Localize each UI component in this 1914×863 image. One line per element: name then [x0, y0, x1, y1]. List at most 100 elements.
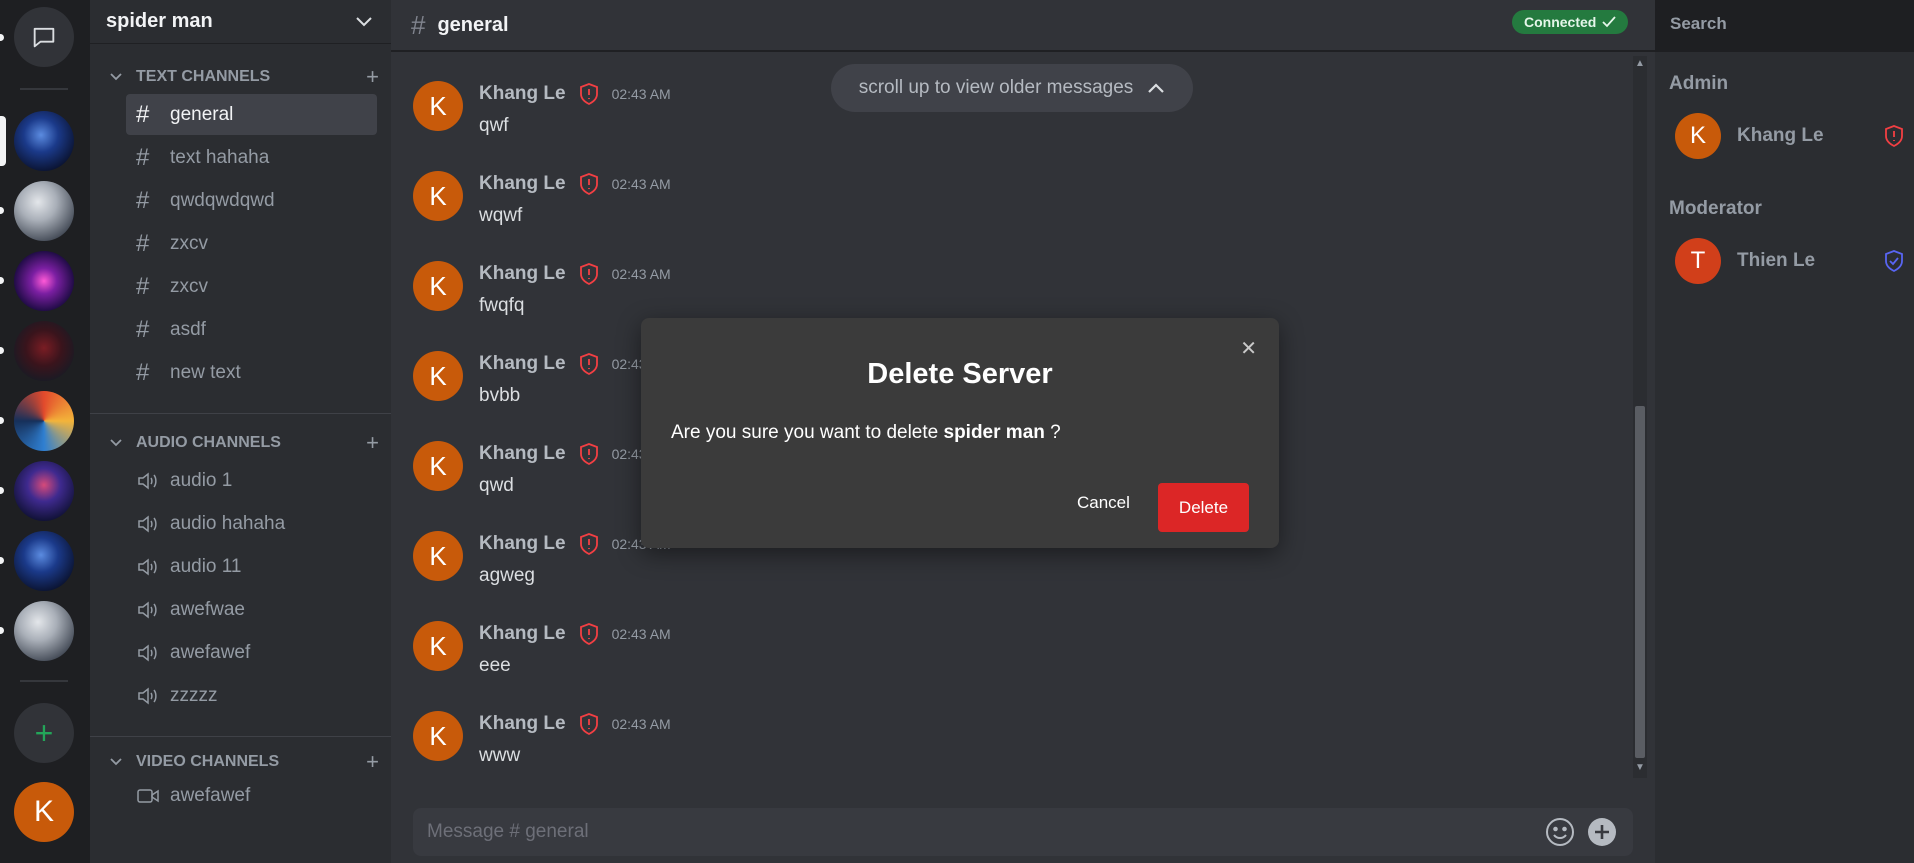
server-icon-5[interactable] — [14, 391, 74, 451]
admin-shield-icon — [578, 82, 600, 106]
admin-shield-icon — [578, 622, 600, 646]
server-icon-4[interactable] — [14, 321, 74, 381]
add-channel-icon[interactable]: + — [366, 64, 379, 90]
hash-icon: # — [411, 9, 426, 40]
server-header[interactable]: spider man — [90, 0, 391, 44]
channel-new-text[interactable]: # new text — [126, 352, 377, 393]
author-avatar[interactable]: K — [413, 351, 463, 401]
message-author[interactable]: Khang Le — [479, 533, 566, 555]
cancel-button[interactable]: Cancel — [1077, 493, 1130, 513]
author-avatar[interactable]: K — [413, 261, 463, 311]
scroll-up-arrow-icon[interactable]: ▲ — [1635, 58, 1645, 72]
speaker-icon — [136, 513, 160, 535]
message-author[interactable]: Khang Le — [479, 353, 566, 375]
channel-label: new text — [170, 361, 241, 383]
channel-audio-11[interactable]: audio 11 — [126, 546, 377, 587]
message-scrollbar[interactable]: ▲ ▼ — [1633, 56, 1647, 778]
channel-audio-1[interactable]: audio 1 — [126, 460, 377, 501]
category-text-channels[interactable]: TEXT CHANNELS + — [90, 62, 391, 92]
channel-text-hahaha[interactable]: # text hahaha — [126, 137, 377, 178]
message-input[interactable] — [427, 821, 1535, 843]
message-item: K Khang Le 02:43 AM qwf — [413, 81, 671, 137]
unread-indicator — [0, 207, 4, 214]
message-author[interactable]: Khang Le — [479, 83, 566, 105]
add-server-button[interactable]: + — [14, 703, 74, 763]
channel-label: zzzzz — [170, 684, 218, 706]
author-avatar[interactable]: K — [413, 621, 463, 671]
message-text: www — [479, 745, 521, 766]
unread-indicator — [0, 417, 4, 424]
direct-messages-button[interactable] — [14, 7, 74, 67]
channel-awefwae[interactable]: awefwae — [126, 589, 377, 630]
author-avatar[interactable]: K — [413, 441, 463, 491]
message-timestamp: 02:43 AM — [611, 266, 671, 282]
add-channel-icon[interactable]: + — [366, 749, 379, 775]
author-avatar[interactable]: K — [413, 531, 463, 581]
message-author[interactable]: Khang Le — [479, 623, 566, 645]
author-avatar[interactable]: K — [413, 81, 463, 131]
search-input[interactable] — [1670, 13, 1900, 34]
channel-zxcv[interactable]: # zxcv — [126, 223, 377, 264]
hash-icon: # — [136, 272, 150, 300]
dialog-message-suffix: ? — [1044, 422, 1061, 443]
emoji-picker-button[interactable] — [1543, 815, 1577, 849]
hash-icon: # — [136, 229, 150, 257]
category-label: AUDIO CHANNELS — [136, 434, 281, 451]
scrollbar-thumb[interactable] — [1635, 406, 1645, 758]
hash-icon: # — [136, 315, 150, 343]
admin-shield-icon — [578, 712, 600, 736]
author-avatar[interactable]: K — [413, 171, 463, 221]
unread-indicator — [0, 627, 4, 634]
server-rail: + K — [0, 0, 89, 863]
author-avatar[interactable]: K — [413, 711, 463, 761]
server-icon-spider-man[interactable] — [14, 111, 74, 171]
channel-label: audio 11 — [170, 555, 242, 577]
channel-zzzzz[interactable]: zzzzz — [126, 675, 377, 716]
dialog-server-name: spider man — [943, 422, 1045, 443]
channel-qwdqwdqwd[interactable]: # qwdqwdqwd — [126, 180, 377, 221]
delete-button[interactable]: Delete — [1158, 483, 1249, 532]
add-channel-icon[interactable]: + — [366, 430, 379, 456]
connection-status-badge: Connected — [1512, 10, 1629, 34]
category-label: TEXT CHANNELS — [136, 68, 271, 85]
dialog-message-prefix: Are you sure you want to delete — [671, 422, 944, 443]
message-item: K Khang Le 02:43 AM wqwf — [413, 171, 671, 227]
server-icon-2[interactable] — [14, 181, 74, 241]
category-audio-channels[interactable]: AUDIO CHANNELS + — [90, 428, 391, 458]
message-composer — [413, 808, 1633, 856]
channel-label: audio 1 — [170, 469, 233, 491]
channel-general[interactable]: # general — [126, 94, 377, 135]
scroll-up-older-messages-button[interactable]: scroll up to view older messages — [831, 64, 1193, 112]
message-text: fwqfq — [479, 295, 525, 316]
channel-header: # general — [391, 0, 1655, 52]
dialog-title: Delete Server — [867, 358, 1053, 390]
unread-indicator — [0, 34, 4, 41]
channel-zxcv-2[interactable]: # zxcv — [126, 266, 377, 307]
member-item[interactable]: K Khang Le — [1675, 111, 1905, 161]
member-item[interactable]: T Thien Le — [1675, 236, 1905, 286]
message-author[interactable]: Khang Le — [479, 443, 566, 465]
channel-video-awefawef[interactable]: awefawef — [126, 779, 377, 813]
speaker-icon — [136, 642, 160, 664]
server-icon-3[interactable] — [14, 251, 74, 311]
user-avatar[interactable]: K — [14, 782, 74, 842]
role-heading-admin: Admin — [1669, 73, 1729, 94]
server-icon-6[interactable] — [14, 461, 74, 521]
scroll-down-arrow-icon[interactable]: ▼ — [1635, 762, 1645, 776]
channel-audio-hahaha[interactable]: audio hahaha — [126, 503, 377, 544]
attach-button[interactable] — [1585, 815, 1619, 849]
server-name: spider man — [106, 10, 213, 32]
message-item: K Khang Le02:43 AM bvbb — [413, 351, 671, 407]
message-author[interactable]: Khang Le — [479, 173, 566, 195]
message-author[interactable]: Khang Le — [479, 713, 566, 735]
delete-server-dialog: ✕ Delete Server Are you sure you want to… — [641, 318, 1279, 548]
channel-awefawef[interactable]: awefawef — [126, 632, 377, 673]
message-author[interactable]: Khang Le — [479, 263, 566, 285]
category-video-channels[interactable]: VIDEO CHANNELS + — [90, 747, 391, 777]
plus-circle-icon — [1588, 818, 1616, 846]
server-icon-7[interactable] — [14, 531, 74, 591]
server-icon-8[interactable] — [14, 601, 74, 661]
message-item: K Khang Le 02:43 AM eee — [413, 621, 671, 677]
message-item: K Khang Le 02:43 AM www — [413, 711, 671, 767]
channel-asdf[interactable]: # asdf — [126, 309, 377, 350]
